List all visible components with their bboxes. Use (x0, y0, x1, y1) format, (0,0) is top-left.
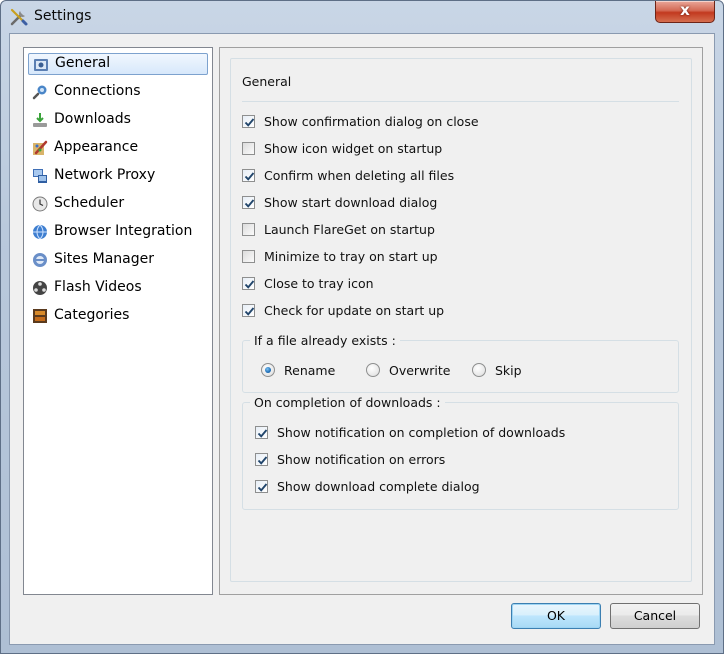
file-exists-group: If a file already exists : Rename Overwr… (242, 333, 679, 393)
checkbox-label: Confirm when deleting all files (264, 168, 455, 183)
checkbox-label: Close to tray icon (264, 276, 374, 291)
section-title: General (242, 74, 292, 89)
checkbox-label: Show notification on completion of downl… (277, 425, 566, 440)
sidebar-item-label: Categories (54, 307, 130, 323)
checkbox-label: Show notification on errors (277, 452, 446, 467)
checkbox[interactable] (242, 196, 255, 209)
general-settings-panel: General Show confirmation dialog on clos… (219, 47, 703, 595)
flash-video-icon (32, 280, 48, 296)
ok-button[interactable]: OK (511, 603, 601, 629)
radio-label: Overwrite (389, 363, 451, 378)
settings-window: Settings x General Connections Downloads… (0, 0, 724, 654)
section-divider (242, 101, 679, 102)
checkbox[interactable] (242, 223, 255, 236)
radio-label: Rename (284, 363, 336, 378)
sidebar-item-label: Flash Videos (54, 279, 142, 295)
checkbox[interactable] (255, 453, 268, 466)
sidebar-item-network-proxy[interactable]: Network Proxy (28, 165, 208, 187)
checkbox[interactable] (255, 480, 268, 493)
downloads-icon (32, 112, 48, 128)
sidebar-item-label: Appearance (54, 139, 139, 155)
checkbox[interactable] (242, 277, 255, 290)
checkbox-label: Show confirmation dialog on close (264, 114, 479, 129)
checkbox[interactable] (242, 304, 255, 317)
radio-button[interactable] (472, 363, 486, 377)
sidebar-item-label: Network Proxy (54, 167, 156, 183)
sidebar-item-label: Sites Manager (54, 251, 154, 267)
sidebar-item-label: Downloads (54, 111, 131, 127)
checkbox[interactable] (242, 250, 255, 263)
tools-icon (9, 7, 29, 27)
group-title: On completion of downloads : (250, 395, 445, 410)
dialog-body: General Connections Downloads Appearance (9, 33, 715, 645)
checkbox-label: Check for update on start up (264, 303, 445, 318)
sidebar-item-label: Browser Integration (54, 223, 193, 239)
scheduler-clock-icon (32, 196, 48, 212)
sidebar-item-downloads[interactable]: Downloads (28, 109, 208, 131)
sidebar-item-label: Connections (54, 83, 141, 99)
radio-button[interactable] (366, 363, 380, 377)
checkbox-label: Show download complete dialog (277, 479, 480, 494)
checkbox-label: Show icon widget on startup (264, 141, 443, 156)
window-title: Settings (34, 8, 92, 24)
sidebar-item-general[interactable]: General (28, 53, 208, 75)
on-completion-group: On completion of downloads : Show notifi… (242, 395, 679, 510)
close-icon: x (680, 1, 690, 19)
title-bar[interactable]: Settings x (1, 1, 723, 33)
appearance-icon (32, 140, 48, 156)
browser-globe-icon (32, 224, 48, 240)
close-button[interactable]: x (655, 1, 715, 23)
checkbox-label: Launch FlareGet on startup (264, 222, 435, 237)
settings-category-list: General Connections Downloads Appearance (23, 47, 213, 595)
general-settings-frame: General Show confirmation dialog on clos… (230, 58, 692, 582)
sidebar-item-connections[interactable]: Connections (28, 81, 208, 103)
cancel-button[interactable]: Cancel (610, 603, 700, 629)
checkbox-label: Minimize to tray on start up (264, 249, 438, 264)
sidebar-item-label: General (55, 55, 111, 71)
sidebar-item-scheduler[interactable]: Scheduler (28, 193, 208, 215)
connections-icon (32, 84, 48, 100)
categories-icon (32, 308, 48, 324)
sidebar-item-label: Scheduler (54, 195, 125, 211)
checkbox[interactable] (242, 142, 255, 155)
checkbox[interactable] (255, 426, 268, 439)
network-proxy-icon (32, 168, 48, 184)
sidebar-item-sites-manager[interactable]: Sites Manager (28, 249, 208, 271)
checkbox[interactable] (242, 169, 255, 182)
sidebar-item-categories[interactable]: Categories (28, 305, 208, 327)
sidebar-item-browser-integration[interactable]: Browser Integration (28, 221, 208, 243)
sidebar-item-appearance[interactable]: Appearance (28, 137, 208, 159)
sidebar-item-flash-videos[interactable]: Flash Videos (28, 277, 208, 299)
general-settings-icon (33, 57, 49, 73)
sites-manager-icon (32, 252, 48, 268)
radio-button[interactable] (261, 363, 275, 377)
group-title: If a file already exists : (250, 333, 400, 348)
radio-label: Skip (495, 363, 522, 378)
checkbox[interactable] (242, 115, 255, 128)
checkbox-label: Show start download dialog (264, 195, 438, 210)
